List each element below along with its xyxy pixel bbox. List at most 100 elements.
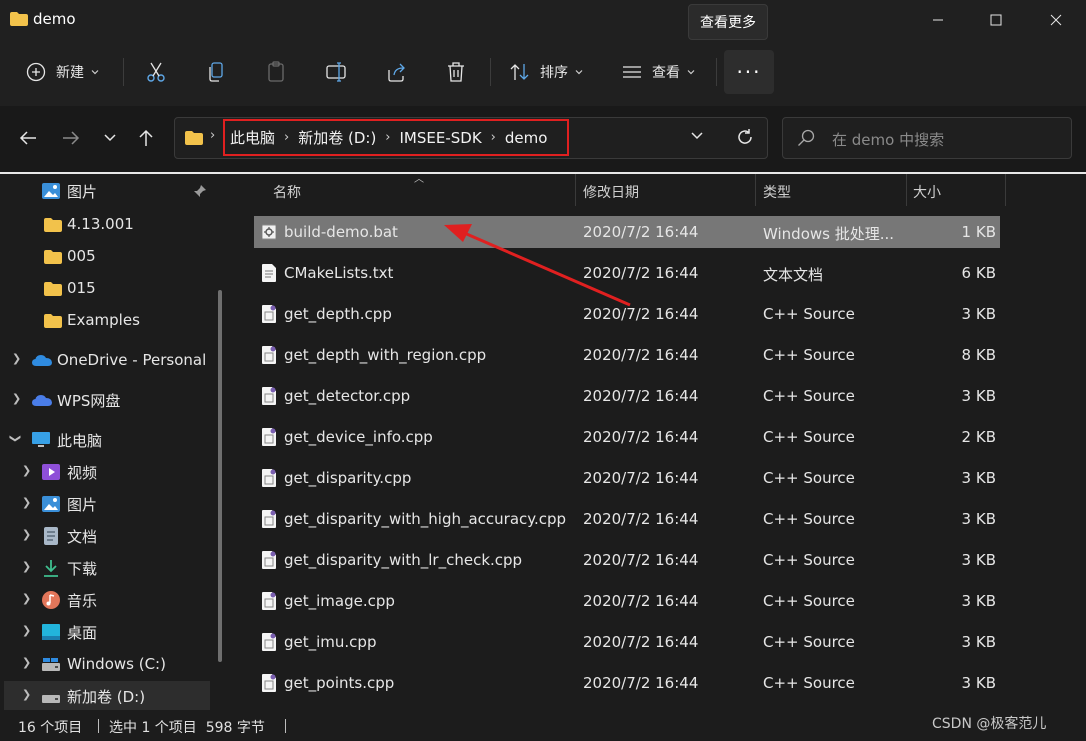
cut-button[interactable] — [146, 52, 166, 92]
chevron-right-icon[interactable]: ❯ — [22, 560, 31, 573]
file-row[interactable]: get_depth_with_region.cpp 2020/7/2 16:44… — [254, 339, 1000, 371]
refresh-button[interactable] — [736, 128, 754, 150]
file-size: 2 KB — [961, 428, 996, 446]
cpp-file-icon — [262, 510, 276, 528]
new-button[interactable]: 新建 — [26, 52, 100, 92]
sidebar-item-wps-cloud[interactable]: ❯ WPS网盘 — [0, 385, 220, 415]
sidebar-item-onedrive[interactable]: ❯ OneDrive - Personal — [0, 345, 220, 375]
refresh-icon — [738, 129, 752, 144]
file-date: 2020/7/2 16:44 — [583, 264, 699, 282]
column-divider[interactable] — [575, 174, 576, 206]
share-icon — [388, 63, 405, 82]
close-icon — [1050, 14, 1062, 26]
file-row[interactable]: CMakeLists.txt 2020/7/2 16:44 文本文档 6 KB — [254, 257, 1000, 289]
minimize-button[interactable] — [914, 0, 962, 40]
file-name: get_disparity_with_lr_check.cpp — [284, 551, 523, 569]
sidebar-item-music[interactable]: ❯ 音乐 — [0, 585, 220, 615]
column-header-name[interactable]: 名称 — [273, 178, 301, 206]
column-divider[interactable] — [755, 174, 756, 206]
file-date: 2020/7/2 16:44 — [583, 551, 699, 569]
file-row[interactable]: get_detector.cpp 2020/7/2 16:44 C++ Sour… — [254, 380, 1000, 412]
sidebar-item-pictures[interactable]: ❯ 图片 — [0, 489, 220, 519]
sidebar-scrollbar[interactable] — [218, 290, 222, 662]
new-label: 新建 — [56, 65, 84, 81]
see-more-button[interactable]: ··· — [724, 50, 774, 94]
column-header-type[interactable]: 类型 — [763, 178, 791, 206]
file-size: 3 KB — [961, 551, 996, 569]
chevron-right-icon[interactable]: ❯ — [22, 656, 31, 669]
sidebar-item-downloads[interactable]: ❯ 下载 — [0, 553, 220, 583]
breadcrumb-separator: › — [284, 130, 290, 145]
file-row[interactable]: get_disparity.cpp 2020/7/2 16:44 C++ Sou… — [254, 462, 1000, 494]
rename-button[interactable] — [326, 52, 348, 92]
forward-button[interactable] — [55, 122, 87, 154]
sidebar-item-desktop[interactable]: ❯ 桌面 — [0, 617, 220, 647]
sidebar-item-this-pc[interactable]: ❯ 此电脑 — [0, 425, 220, 455]
file-row[interactable]: get_image.cpp 2020/7/2 16:44 C++ Source … — [254, 585, 1000, 617]
videos-icon — [42, 464, 60, 480]
file-row[interactable]: get_disparity_with_high_accuracy.cpp 202… — [254, 503, 1000, 535]
file-size: 3 KB — [961, 469, 996, 487]
sidebar-item-windows-c[interactable]: ❯ Windows (C:) — [0, 649, 220, 679]
sidebar-item-drive-d[interactable]: ❯ 新加卷 (D:) — [4, 681, 210, 711]
sidebar-item-label: WPS网盘 — [57, 391, 121, 410]
cpp-file-icon — [262, 551, 276, 569]
share-button[interactable] — [386, 52, 408, 92]
sort-button[interactable]: 排序 — [510, 52, 584, 92]
file-size: 6 KB — [961, 264, 996, 282]
sidebar-item-documents[interactable]: ❯ 文档 — [0, 521, 220, 551]
pictures-icon — [42, 183, 60, 199]
address-history-button[interactable] — [690, 126, 704, 150]
chevron-right-icon[interactable]: ❯ — [22, 464, 31, 477]
paste-button[interactable] — [266, 52, 286, 92]
status-bar: 16 个项目 选中 1 个项目 598 字节 — [0, 710, 1086, 741]
sidebar-item-4-13-001[interactable]: 4.13.001 — [0, 209, 220, 239]
file-type: 文本文档 — [763, 266, 824, 284]
chevron-right-icon[interactable]: ❯ — [22, 688, 31, 701]
column-header-size[interactable]: 大小 — [913, 178, 941, 206]
column-divider[interactable] — [906, 174, 907, 206]
chevron-right-icon[interactable]: ❯ — [22, 528, 31, 541]
maximize-button[interactable] — [972, 0, 1020, 40]
cpp-file-icon — [262, 592, 276, 610]
recent-locations-button[interactable] — [94, 122, 126, 154]
chevron-right-icon[interactable]: ❯ — [12, 392, 21, 405]
up-button[interactable] — [130, 122, 162, 154]
copy-button[interactable] — [206, 52, 226, 92]
file-row[interactable]: get_imu.cpp 2020/7/2 16:44 C++ Source 3 … — [254, 626, 1000, 658]
back-button[interactable] — [12, 122, 44, 154]
view-button[interactable]: 查看 — [622, 52, 696, 92]
chevron-right-icon[interactable]: ❯ — [12, 352, 21, 365]
sidebar-item-pictures-pinned[interactable]: 图片 — [0, 176, 220, 206]
file-row[interactable]: get_disparity_with_lr_check.cpp 2020/7/2… — [254, 544, 1000, 576]
file-row[interactable]: get_depth.cpp 2020/7/2 16:44 C++ Source … — [254, 298, 1000, 330]
chevron-right-icon[interactable]: ❯ — [22, 624, 31, 637]
sidebar-item-015[interactable]: 015 — [0, 273, 220, 303]
sidebar-item-label: 音乐 — [67, 591, 98, 610]
breadcrumb-this-pc[interactable]: 此电脑 — [230, 127, 275, 148]
close-button[interactable] — [1032, 0, 1080, 40]
file-name: get_imu.cpp — [284, 633, 377, 651]
column-divider[interactable] — [1005, 174, 1006, 206]
file-row[interactable]: get_device_info.cpp 2020/7/2 16:44 C++ S… — [254, 421, 1000, 453]
breadcrumb-imsee-sdk[interactable]: IMSEE-SDK — [400, 129, 482, 147]
breadcrumb-demo[interactable]: demo — [505, 129, 548, 147]
sidebar-item-005[interactable]: 005 — [0, 241, 220, 271]
folder-icon — [185, 131, 203, 145]
file-date: 2020/7/2 16:44 — [583, 387, 699, 405]
drive-icon — [42, 658, 60, 671]
file-date: 2020/7/2 16:44 — [583, 346, 699, 364]
chevron-down-icon[interactable]: ❯ — [9, 434, 22, 443]
sidebar-item-examples[interactable]: Examples — [0, 305, 220, 335]
file-row[interactable]: build-demo.bat 2020/7/2 16:44 Windows 批处… — [254, 216, 1000, 248]
delete-button[interactable] — [446, 52, 466, 92]
file-row[interactable]: get_points.cpp 2020/7/2 16:44 C++ Source… — [254, 667, 1000, 699]
cpp-file-icon — [262, 674, 276, 692]
search-input[interactable]: 在 demo 中搜索 — [832, 129, 944, 150]
chevron-right-icon[interactable]: ❯ — [22, 496, 31, 509]
breadcrumb-drive-d[interactable]: 新加卷 (D:) — [298, 127, 376, 148]
chevron-right-icon[interactable]: ❯ — [22, 592, 31, 605]
watermark: CSDN @极客范儿 — [932, 716, 1047, 732]
sidebar-item-videos[interactable]: ❯ 视频 — [0, 457, 220, 487]
column-header-date[interactable]: 修改日期 — [583, 178, 639, 206]
